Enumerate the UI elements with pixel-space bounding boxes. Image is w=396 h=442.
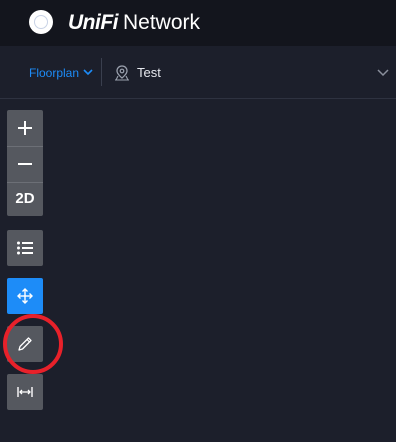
measure-tool-button[interactable] [7, 374, 43, 410]
location-pin-icon [115, 65, 129, 81]
brand-unifi: UniFi [68, 11, 119, 34]
brand-network: Network [123, 11, 201, 34]
floorplan-dropdown[interactable]: Floorplan [29, 65, 93, 81]
list-button[interactable] [7, 230, 43, 266]
list-icon [17, 241, 33, 255]
ubiquiti-logo-icon [29, 10, 53, 34]
chevron-down-icon [83, 69, 93, 76]
chevron-down-icon[interactable] [377, 68, 389, 76]
zoom-in-button[interactable] [7, 110, 43, 146]
minus-icon [18, 163, 32, 165]
floorplan-label: Floorplan [29, 66, 80, 80]
site-bar: Floorplan Test [0, 46, 396, 99]
app-brand: UniFi Network [68, 10, 200, 36]
zoom-out-button[interactable] [7, 146, 43, 182]
view-mode-2d-button[interactable]: 2D [7, 182, 43, 216]
view-mode-label: 2D [15, 190, 35, 207]
move-arrows-icon [17, 288, 33, 304]
measure-width-icon [17, 387, 33, 397]
site-name: Test [137, 65, 161, 80]
divider [101, 58, 102, 86]
zoom-controls: 2D [7, 110, 43, 216]
top-header: UniFi Network [0, 0, 396, 46]
plus-icon [18, 121, 32, 135]
pencil-icon [18, 337, 32, 351]
move-tool-button[interactable] [7, 278, 43, 314]
draw-tool-button[interactable] [7, 326, 43, 362]
